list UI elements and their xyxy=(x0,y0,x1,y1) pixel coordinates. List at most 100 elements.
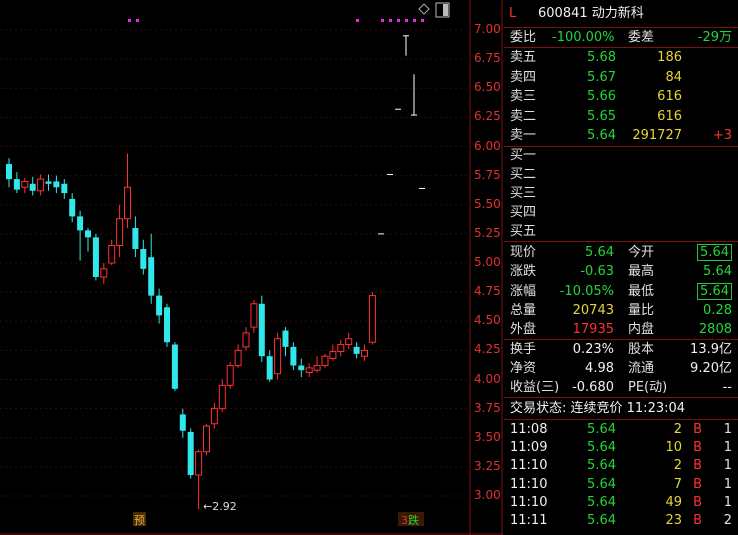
quote-value: 5.64 xyxy=(697,282,732,300)
candle xyxy=(290,342,297,371)
bid-row: 买五 xyxy=(504,222,738,241)
tick-row[interactable]: 11:11 5.64 23 B 2 xyxy=(504,511,738,530)
ask-change: +3 xyxy=(712,128,732,143)
tick-volume: 10 xyxy=(665,440,682,456)
tick-row[interactable]: 11:10 5.64 49 B 1 xyxy=(504,493,738,512)
fundamental-row: 净资 4.98 流通 9.20亿 xyxy=(504,359,738,378)
candle xyxy=(226,362,234,389)
tick-volume: 2 xyxy=(673,422,682,437)
quote-label: 外盘 xyxy=(510,322,537,338)
tick-time: 11:08 xyxy=(510,422,548,437)
quote-label: 涨幅 xyxy=(510,283,537,299)
price-tick: 5.25 xyxy=(474,225,501,240)
candle xyxy=(45,174,52,191)
ask-label: 卖四 xyxy=(510,69,537,85)
die-label: 3 跌 xyxy=(398,512,424,527)
stock-header: L 600841 动力新科 xyxy=(504,4,738,23)
quote-row: 涨跌 -0.63 最高 5.64 xyxy=(504,262,738,281)
price-tick: 3.50 xyxy=(474,429,501,444)
tick-volume: 7 xyxy=(673,476,682,492)
price-tick: 4.25 xyxy=(474,342,501,357)
ask-label: 卖五 xyxy=(510,50,537,65)
quote-value: 5.64 xyxy=(585,245,614,260)
quote-value: 0.28 xyxy=(703,302,732,318)
candle xyxy=(258,295,265,363)
candle xyxy=(156,288,163,324)
price-tick: 5.50 xyxy=(474,196,501,211)
quote-value: 5.64 xyxy=(703,264,732,280)
tick-row[interactable]: 11:10 5.64 7 B 1 xyxy=(504,475,738,494)
fund-label: 流通 xyxy=(628,361,655,376)
candle xyxy=(313,356,321,373)
tick-price: 5.64 xyxy=(587,513,616,528)
tick-row[interactable]: 11:09 5.64 10 B 1 xyxy=(504,438,738,457)
quote-value: 17935 xyxy=(572,322,614,338)
price-tick: 3.75 xyxy=(474,400,501,415)
candle xyxy=(361,344,368,361)
tick-time: 11:10 xyxy=(510,494,548,510)
svg-text:3: 3 xyxy=(401,514,408,527)
l-badge: L xyxy=(509,6,517,21)
ask-row: 卖二 5.65 616 xyxy=(504,107,738,126)
candle xyxy=(148,233,155,304)
bid-row: 买三 xyxy=(504,184,738,203)
ask-label: 卖一 xyxy=(510,128,537,143)
quote-label: 现价 xyxy=(510,245,537,260)
quote-label: 总量 xyxy=(510,302,537,318)
tick-time: 11:10 xyxy=(510,476,548,492)
tick-price: 5.64 xyxy=(587,494,616,510)
bid-label: 买四 xyxy=(510,205,537,220)
signal-dots xyxy=(128,19,424,22)
ask-label: 卖三 xyxy=(510,89,537,104)
svg-text:←2.92: ←2.92 xyxy=(203,500,237,513)
candle xyxy=(132,216,139,258)
ask-price: 5.65 xyxy=(587,108,616,124)
tick-price: 5.64 xyxy=(587,422,616,437)
bid-row: 买一 xyxy=(504,146,738,165)
ask-price: 5.64 xyxy=(587,128,616,143)
tick-volume: 49 xyxy=(665,494,682,510)
quote-value: -10.05% xyxy=(559,283,614,299)
tick-volume: 23 xyxy=(665,513,682,528)
yu-label: 预 xyxy=(133,512,146,527)
candle xyxy=(298,358,305,378)
tick-count: 1 xyxy=(723,494,732,510)
ask-price: 5.68 xyxy=(587,50,616,65)
ask-volume: 186 xyxy=(657,50,682,65)
tick-row[interactable]: 11:08 5.64 2 B 1 xyxy=(504,420,738,439)
quote-value: 5.64 xyxy=(697,244,732,261)
price-tick: 3.25 xyxy=(474,458,501,473)
panel-toggle-icon[interactable] xyxy=(435,2,450,18)
candle xyxy=(329,344,337,361)
tick-count: 1 xyxy=(723,422,732,437)
candle xyxy=(345,332,353,350)
ask-price: 5.67 xyxy=(587,69,616,85)
price-tick: 7.00 xyxy=(474,22,501,36)
tick-price: 5.64 xyxy=(587,440,616,456)
quote-label: 内盘 xyxy=(628,322,655,338)
quote-value: 2808 xyxy=(698,322,732,338)
ratio-row: 委比 -100.00% 委差 -29万 xyxy=(510,30,732,45)
fund-label: 收益(三) xyxy=(510,380,560,395)
ask-label: 卖二 xyxy=(510,108,537,124)
kline-chart[interactable]: ←2.92 预 3 跌 xyxy=(0,0,503,535)
candle xyxy=(69,193,76,223)
candle xyxy=(108,239,116,266)
candle xyxy=(61,179,68,199)
ask-volume: 291727 xyxy=(632,128,682,143)
bid-row: 买四 xyxy=(504,203,738,222)
tick-price: 5.64 xyxy=(587,458,616,474)
candle xyxy=(266,350,273,382)
tick-row[interactable]: 11:10 5.64 2 B 1 xyxy=(504,456,738,475)
ask-row: 卖四 5.67 84 xyxy=(504,68,738,87)
price-tick: 3.00 xyxy=(474,488,501,502)
fundamental-row: 换手 0.23% 股本 13.9亿 xyxy=(504,340,738,359)
tick-volume: 2 xyxy=(673,458,682,474)
candle xyxy=(250,300,258,333)
candle xyxy=(218,379,226,413)
candle xyxy=(85,228,91,252)
trade-status: 交易状态: 连续竞价 11:23:04 xyxy=(510,401,686,416)
quote-label: 最低 xyxy=(628,283,655,299)
diamond-icon[interactable] xyxy=(418,3,430,15)
tick-side: B xyxy=(693,513,702,528)
